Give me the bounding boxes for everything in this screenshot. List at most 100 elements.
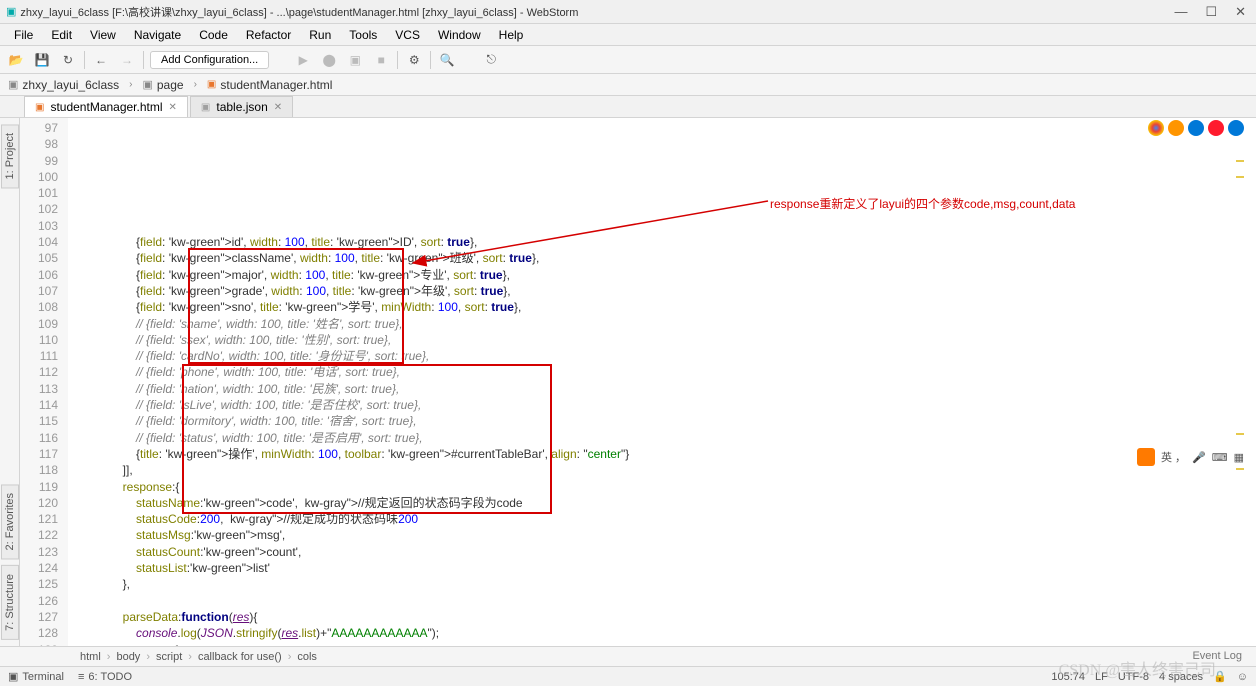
code-line[interactable]: // {field: 'dormitory', width: 100, titl… — [96, 413, 1256, 429]
bc-script[interactable]: script — [156, 651, 182, 663]
code-line[interactable]: statusMsg:'kw-green">msg', — [96, 527, 1256, 543]
code-line[interactable]: // {field: 'nation', width: 100, title: … — [96, 381, 1256, 397]
code-line[interactable]: {field: 'kw-green">id', width: 100, titl… — [96, 234, 1256, 250]
code-line[interactable]: {field: 'kw-green">grade', width: 100, t… — [96, 283, 1256, 299]
menu-bar: File Edit View Navigate Code Refactor Ru… — [0, 24, 1256, 46]
menu-vcs[interactable]: VCS — [387, 26, 428, 44]
code-line[interactable]: statusCode:200, kw-gray">//规定成功的状态码味200 — [96, 511, 1256, 527]
config-icon[interactable]: ⚙ — [404, 50, 424, 70]
code-line[interactable]: // {field: 'phone', width: 100, title: '… — [96, 364, 1256, 380]
nav-project[interactable]: ▣zhxy_layui_6class — [8, 78, 119, 92]
code-line[interactable] — [96, 593, 1256, 609]
edge-icon[interactable] — [1228, 120, 1244, 136]
terminal-icon: ▣ — [8, 670, 18, 683]
code-line[interactable]: // {field: 'isLive', width: 100, title: … — [96, 397, 1256, 413]
minimize-icon[interactable]: — — [1174, 4, 1187, 20]
code-area[interactable]: response重新定义了layui的四个参数code,msg,count,da… — [68, 118, 1256, 646]
app-icon: ▣ — [6, 5, 16, 18]
code-line[interactable]: statusName:'kw-green">code', kw-gray">//… — [96, 495, 1256, 511]
code-line[interactable]: {field: 'kw-green">className', width: 10… — [96, 250, 1256, 266]
close-icon[interactable]: ✕ — [1235, 4, 1246, 20]
menu-code[interactable]: Code — [191, 26, 236, 44]
ime-grid-icon[interactable]: ▦ — [1234, 451, 1244, 464]
left-tool-strip: 1: Project 2: Favorites 7: Structure — [0, 118, 20, 646]
code-line[interactable]: response:{ — [96, 479, 1256, 495]
json-icon: ▣ — [201, 102, 210, 113]
code-editor[interactable]: 9798991001011021031041051061071081091101… — [20, 118, 1256, 646]
code-line[interactable]: {field: 'kw-green">major', width: 100, t… — [96, 267, 1256, 283]
search-icon[interactable]: 🔍 — [437, 50, 457, 70]
terminal-button[interactable]: ▣Terminal — [8, 670, 64, 683]
code-line[interactable]: ]], — [96, 462, 1256, 478]
sogou-icon[interactable] — [1137, 448, 1155, 466]
code-line[interactable]: statusList:'kw-green">list' — [96, 560, 1256, 576]
code-line[interactable]: // {field: 'sname', width: 100, title: '… — [96, 316, 1256, 332]
tab-tablejson[interactable]: ▣ table.json ✕ — [190, 96, 293, 117]
safari-icon[interactable] — [1188, 120, 1204, 136]
lock-icon[interactable]: 🔒 — [1213, 670, 1227, 683]
line-separator[interactable]: LF — [1095, 671, 1108, 683]
code-line[interactable]: // {field: 'status', width: 100, title: … — [96, 430, 1256, 446]
open-icon[interactable]: 📂 — [6, 50, 26, 70]
event-log-button[interactable]: Event Log — [1192, 650, 1242, 662]
code-line[interactable]: }, — [96, 576, 1256, 592]
editor-tabs: ▣ studentManager.html ✕ ▣ table.json ✕ — [0, 96, 1256, 118]
chrome-icon[interactable] — [1148, 120, 1164, 136]
window-title: zhxy_layui_6class [F:\高校讲课\zhxy_layui_6c… — [16, 4, 1174, 20]
bc-html[interactable]: html — [80, 651, 101, 663]
code-line[interactable]: statusCount:'kw-green">count', — [96, 544, 1256, 560]
error-stripe[interactable] — [1236, 118, 1246, 646]
ime-lang[interactable]: 英 ， — [1161, 449, 1186, 465]
firefox-icon[interactable] — [1168, 120, 1184, 136]
code-line[interactable]: {title: 'kw-green">操作', minWidth: 100, t… — [96, 446, 1256, 462]
separator — [84, 51, 85, 69]
nav-breadcrumb: ▣zhxy_layui_6class › ▣page › ▣studentMan… — [0, 74, 1256, 96]
code-line[interactable]: parseData:function(res){ — [96, 609, 1256, 625]
nav-file[interactable]: ▣studentManager.html — [207, 78, 333, 92]
menu-file[interactable]: File — [6, 26, 41, 44]
menu-edit[interactable]: Edit — [43, 26, 80, 44]
menu-help[interactable]: Help — [491, 26, 532, 44]
code-breadcrumb: html› body› script› callback for use()› … — [0, 646, 1256, 666]
close-tab-icon[interactable]: ✕ — [169, 102, 177, 113]
close-tab-icon[interactable]: ✕ — [274, 102, 282, 113]
line-gutter: 9798991001011021031041051061071081091101… — [20, 118, 68, 646]
menu-navigate[interactable]: Navigate — [126, 26, 189, 44]
code-line[interactable]: {field: 'kw-green">sno', title: 'kw-gree… — [96, 299, 1256, 315]
separator — [143, 51, 144, 69]
encoding[interactable]: UTF-8 — [1118, 671, 1149, 683]
tab-studentmanager[interactable]: ▣ studentManager.html ✕ — [24, 96, 188, 117]
todo-button[interactable]: ≡6: TODO — [78, 671, 132, 683]
code-line[interactable]: console.log(JSON.stringify(res.list)+"AA… — [96, 625, 1256, 641]
more-icon[interactable]: ⎋ — [481, 50, 501, 70]
indent[interactable]: 4 spaces — [1159, 671, 1203, 683]
code-line[interactable]: // {field: 'cardNo', width: 100, title: … — [96, 348, 1256, 364]
maximize-icon[interactable]: ☐ — [1205, 4, 1217, 20]
ime-keyboard-icon[interactable]: ⌨ — [1212, 451, 1228, 464]
menu-run[interactable]: Run — [301, 26, 339, 44]
bc-callback[interactable]: callback for use() — [198, 651, 282, 663]
menu-tools[interactable]: Tools — [341, 26, 385, 44]
chevron-right-icon: › — [194, 79, 197, 90]
menu-refactor[interactable]: Refactor — [238, 26, 299, 44]
folder-icon: ▣ — [142, 78, 152, 91]
opera-icon[interactable] — [1208, 120, 1224, 136]
menu-window[interactable]: Window — [430, 26, 489, 44]
nav-page[interactable]: ▣page — [142, 78, 183, 92]
side-favorites[interactable]: 2: Favorites — [1, 484, 19, 559]
add-configuration-button[interactable]: Add Configuration... — [150, 51, 269, 69]
refresh-icon[interactable]: ↻ — [58, 50, 78, 70]
bc-body[interactable]: body — [116, 651, 140, 663]
code-line[interactable]: return { — [96, 642, 1256, 647]
code-line[interactable]: // {field: 'ssex', width: 100, title: '性… — [96, 332, 1256, 348]
coverage-icon: ▣ — [345, 50, 365, 70]
menu-view[interactable]: View — [82, 26, 124, 44]
side-structure[interactable]: 7: Structure — [1, 565, 19, 640]
save-icon[interactable]: 💾 — [32, 50, 52, 70]
bc-cols[interactable]: cols — [297, 651, 317, 663]
inspector-icon[interactable]: ☺ — [1237, 671, 1248, 683]
browser-icons — [1148, 120, 1244, 136]
ime-mic-icon[interactable]: 🎤 — [1192, 451, 1206, 464]
back-icon[interactable]: ← — [91, 50, 111, 70]
side-project[interactable]: 1: Project — [1, 124, 19, 188]
